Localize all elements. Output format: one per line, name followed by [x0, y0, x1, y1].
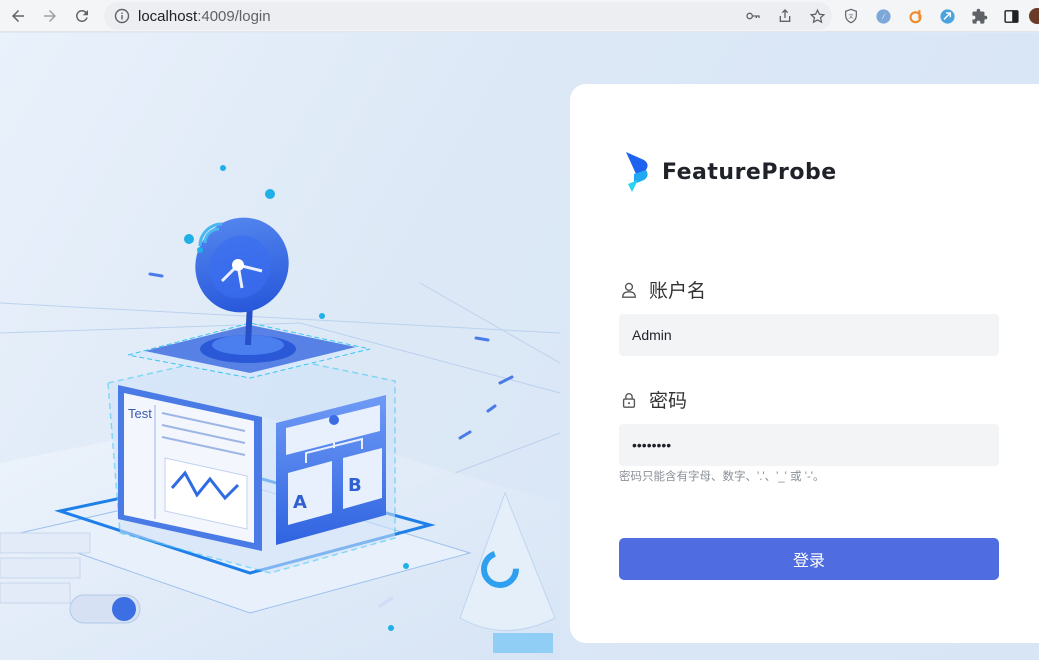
side-panel-icon[interactable] [1002, 7, 1020, 25]
key-icon[interactable] [744, 7, 762, 25]
forward-button[interactable] [34, 0, 66, 32]
login-button[interactable]: 登录 [619, 538, 999, 580]
browser-toolbar: localhost:4009/login 文 [0, 0, 1039, 32]
url-text: localhost:4009/login [138, 8, 271, 25]
arrow-left-icon [12, 9, 24, 22]
lock-icon [619, 390, 639, 410]
login-card: FeatureProbe 账户名 密码 密码只能含有字母、数字、'.'、'_' … [570, 84, 1039, 643]
share-icon[interactable] [776, 7, 794, 25]
svg-text:文: 文 [848, 12, 854, 20]
username-input[interactable] [619, 314, 999, 356]
bookmark-star-icon[interactable] [808, 7, 826, 25]
brand-name: FeatureProbe [662, 159, 837, 185]
illustration-group-b: B [348, 475, 362, 496]
password-label: 密码 [619, 386, 687, 413]
password-hint: 密码只能含有字母、数字、'.'、'_' 或 '-'。 [619, 471, 825, 483]
password-input[interactable] [619, 424, 999, 466]
password-label-text: 密码 [649, 391, 688, 412]
arrow-right-icon [44, 9, 56, 22]
illustration-test-label: Test [128, 406, 152, 421]
user-icon [619, 280, 639, 300]
hero-illustration: Test A B [0, 165, 561, 660]
brand-logo: FeatureProbe [624, 150, 837, 194]
reload-button[interactable] [66, 0, 98, 32]
reload-icon [76, 9, 88, 22]
profile-avatar[interactable] [1029, 8, 1039, 24]
login-page: Test A B FeatureProbe 账户名 Admin 密码 •••••… [0, 33, 1039, 660]
illustration-group-a: A [293, 492, 307, 513]
username-label-text: 账户名 [649, 281, 707, 302]
url-host: localhost [138, 7, 198, 25]
extension-orange-icon[interactable] [906, 7, 924, 25]
extension-shield-icon[interactable]: 文 [842, 7, 860, 25]
address-bar[interactable]: localhost:4009/login [104, 2, 832, 30]
url-path: :4009/login [197, 7, 271, 25]
extension-blue-icon[interactable] [938, 7, 956, 25]
extension-compass-icon[interactable] [874, 7, 892, 25]
back-button[interactable] [2, 0, 34, 32]
username-label: 账户名 [619, 276, 706, 303]
info-icon[interactable] [114, 8, 130, 24]
featureprobe-logo-icon [626, 152, 648, 192]
extensions-puzzle-icon[interactable] [970, 7, 988, 25]
